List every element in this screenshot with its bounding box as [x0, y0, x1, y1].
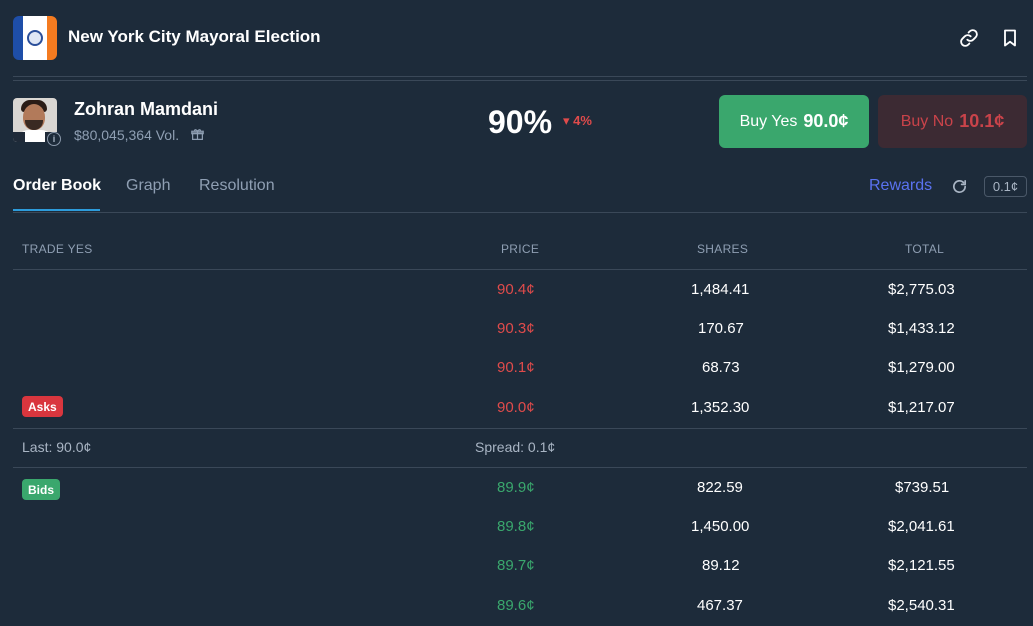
probability-change: ▾ 4% [563, 113, 592, 128]
buy-yes-button[interactable]: Buy Yes 90.0¢ [719, 95, 869, 148]
market-header: New York City Mayoral Election [0, 0, 1033, 78]
header-divider [13, 76, 1027, 77]
header-trade-yes: TRADE YES [22, 242, 93, 256]
bid-shares: 89.12 [702, 557, 740, 574]
ask-shares: 1,352.30 [691, 399, 750, 416]
bid-total: $2,540.31 [888, 597, 955, 614]
bids-badge: Bids [22, 479, 61, 500]
spread-text: Spread: 0.1¢ [475, 439, 556, 455]
ask-total: $2,775.03 [888, 281, 955, 298]
bid-shares: 822.59 [697, 479, 743, 496]
ask-total: $1,279.00 [888, 359, 955, 376]
asks-badge: Asks [22, 396, 63, 417]
tab-graph[interactable]: Graph [126, 177, 170, 195]
spread-divider-bottom [13, 467, 1027, 468]
bid-price: 89.8¢ [497, 518, 535, 535]
gift-icon[interactable] [191, 128, 204, 141]
link-icon[interactable] [959, 28, 979, 48]
bookmark-icon[interactable] [1000, 28, 1020, 48]
tick-size-pill[interactable]: 0.1¢ [984, 176, 1027, 197]
spread-divider-top [13, 428, 1027, 429]
candidate-name: Zohran Mamdani [74, 99, 219, 119]
header-row-divider [13, 269, 1027, 270]
header-shares: SHARES [697, 242, 749, 256]
bid-total: $2,121.55 [888, 557, 955, 574]
volume-text: $80,045,364 Vol. [74, 127, 180, 143]
rewards-link[interactable]: Rewards [869, 177, 932, 195]
buy-yes-label: Buy Yes [739, 112, 798, 130]
probability: 90% [488, 104, 553, 140]
header-price: PRICE [501, 242, 540, 256]
tabs-divider [13, 212, 1027, 213]
bid-shares: 467.37 [697, 597, 743, 614]
bid-price: 89.7¢ [497, 557, 535, 574]
ask-shares: 68.73 [702, 359, 740, 376]
bid-price: 89.9¢ [497, 479, 535, 496]
ask-shares: 170.67 [698, 320, 744, 337]
header-divider-2 [13, 80, 1027, 81]
ask-price: 90.0¢ [497, 399, 535, 416]
bid-price: 89.6¢ [497, 597, 535, 614]
refresh-icon[interactable] [951, 178, 968, 195]
info-icon[interactable]: i [47, 132, 61, 146]
buy-yes-price: 90.0¢ [803, 111, 849, 131]
tab-order-book[interactable]: Order Book [13, 177, 101, 195]
bid-total: $739.51 [895, 479, 950, 496]
buy-no-button[interactable]: Buy No 10.1¢ [878, 95, 1027, 148]
buy-no-label: Buy No [900, 112, 954, 130]
last-price: Last: 90.0¢ [22, 439, 92, 455]
ask-shares: 1,484.41 [691, 281, 750, 298]
ask-price: 90.1¢ [497, 359, 535, 376]
market-title: New York City Mayoral Election [68, 27, 321, 46]
ask-total: $1,433.12 [888, 320, 955, 337]
bid-shares: 1,450.00 [691, 518, 750, 535]
ask-price: 90.4¢ [497, 281, 535, 298]
bid-total: $2,041.61 [888, 518, 955, 535]
active-tab-indicator [13, 209, 100, 211]
tab-resolution[interactable]: Resolution [199, 177, 275, 195]
buy-no-price: 10.1¢ [959, 111, 1005, 131]
header-total: TOTAL [905, 242, 945, 256]
ask-price: 90.3¢ [497, 320, 535, 337]
flag-icon [13, 16, 57, 60]
ask-total: $1,217.07 [888, 399, 955, 416]
